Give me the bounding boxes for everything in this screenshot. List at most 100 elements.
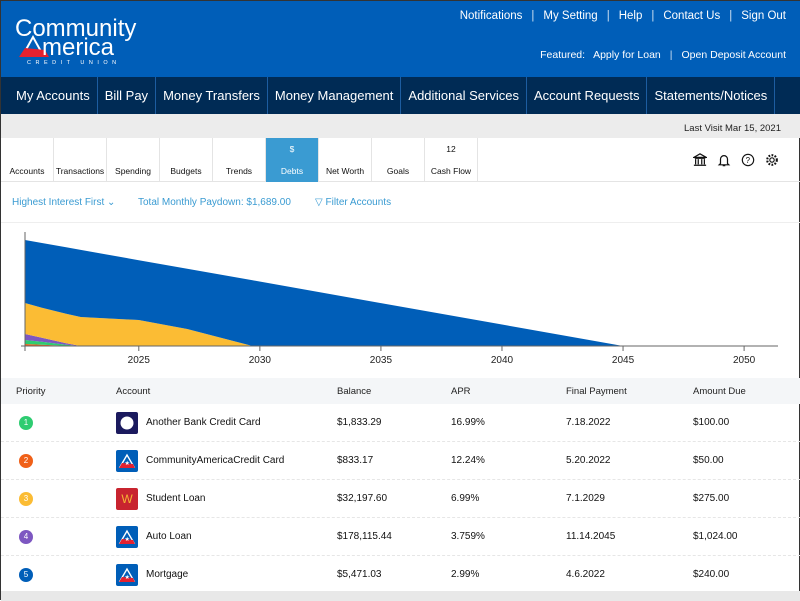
x-tick-label: 2045 bbox=[612, 355, 635, 366]
tool-spending[interactable]: Spending bbox=[107, 138, 160, 182]
cell-final: 11.14.2045 bbox=[566, 531, 616, 542]
svg-text:★: ★ bbox=[125, 460, 130, 467]
nav-money-management[interactable]: Money Management bbox=[268, 77, 402, 114]
cell-account[interactable]: Another Bank Credit Card bbox=[146, 417, 261, 428]
tool-label: Trends bbox=[225, 166, 253, 176]
navigation-icon bbox=[389, 144, 407, 162]
bank-icon[interactable] bbox=[693, 153, 707, 167]
cell-due: $1,024.00 bbox=[693, 531, 738, 542]
tool-label: Transactions bbox=[55, 166, 105, 176]
nav-my-accounts[interactable]: My Accounts bbox=[1, 77, 98, 114]
svg-text:★: ★ bbox=[125, 536, 130, 543]
x-tick-label: 2040 bbox=[491, 355, 514, 366]
tool-accounts[interactable]: Accounts bbox=[1, 138, 54, 182]
communityamerica-icon: ★ bbox=[116, 564, 138, 586]
debt-filters: Highest Interest First ⌄ Total Monthly P… bbox=[1, 182, 800, 223]
nav-statements-notices[interactable]: Statements/Notices bbox=[647, 77, 776, 114]
tool-debts[interactable]: $ Debts bbox=[266, 138, 319, 182]
table-header: Priority Account Balance APR Final Payment Am… bbox=[1, 378, 800, 404]
bank-icon bbox=[18, 144, 36, 162]
line-chart-icon bbox=[336, 144, 354, 162]
tool-cash-flow[interactable]: 12 Cash Flow bbox=[425, 138, 478, 182]
tool-label: Cash Flow bbox=[430, 166, 472, 176]
priority-badge: 3 bbox=[19, 492, 33, 506]
svg-text:$: $ bbox=[289, 144, 295, 154]
top-link-contact-us[interactable]: Contact Us bbox=[663, 10, 720, 22]
cell-balance: $5,471.03 bbox=[337, 569, 382, 580]
tool-net-worth[interactable]: Net Worth bbox=[319, 138, 372, 182]
cell-balance: $833.17 bbox=[337, 455, 374, 466]
tool-label: Accounts bbox=[9, 166, 45, 176]
help-icon[interactable]: ? bbox=[741, 153, 755, 167]
table-row[interactable]: 4 ★ Auto Loan $178,115.44 3.759% 11.14.2045 $1… bbox=[1, 518, 800, 556]
table-row[interactable]: 5 ★ Mortgage $5,471.03 2.99% 4.6.2022 $240.00 bbox=[1, 556, 800, 594]
debt-paydown-chart: 2025 2030 2035 2040 2045 2050 bbox=[21, 232, 778, 366]
tool-goals[interactable]: Goals bbox=[372, 138, 425, 182]
top-link-notifications[interactable]: Notifications bbox=[460, 10, 523, 22]
clock-icon bbox=[230, 144, 248, 162]
tool-label: Net Worth bbox=[325, 166, 365, 176]
top-link-my-setting[interactable]: My Setting bbox=[543, 10, 597, 22]
nav-additional-services[interactable]: Additional Services bbox=[401, 77, 527, 114]
cell-final: 7.1.2029 bbox=[566, 493, 605, 504]
svg-text:?: ? bbox=[746, 156, 751, 165]
table-row[interactable]: 3 W Student Loan $32,197.60 6.99% 7.1.2029 $27… bbox=[1, 480, 800, 518]
apply-for-loan-link[interactable]: Apply for Loan bbox=[593, 49, 661, 61]
column-header-amount-due: Amount Due bbox=[693, 386, 746, 397]
cell-account[interactable]: Student Loan bbox=[146, 493, 206, 504]
cell-apr: 12.24% bbox=[451, 455, 485, 466]
pie-icon bbox=[124, 144, 142, 162]
tool-label: Budgets bbox=[170, 166, 202, 176]
column-header-final-payment: Final Payment bbox=[566, 386, 627, 397]
other-bank-icon bbox=[116, 412, 138, 434]
sort-dropdown[interactable]: Highest Interest First ⌄ bbox=[12, 197, 115, 208]
cell-apr: 6.99% bbox=[451, 493, 480, 504]
tool-transactions[interactable]: Transactions bbox=[54, 138, 107, 182]
bell-icon[interactable] bbox=[717, 153, 731, 167]
cell-final: 4.6.2022 bbox=[566, 569, 605, 580]
tool-label: Debts bbox=[280, 166, 304, 176]
list-icon bbox=[71, 144, 89, 162]
utility-icons: ? bbox=[693, 153, 779, 167]
cell-apr: 16.99% bbox=[451, 417, 485, 428]
cell-due: $240.00 bbox=[693, 569, 730, 580]
tool-label: Goals bbox=[386, 166, 410, 176]
cell-account[interactable]: Auto Loan bbox=[146, 531, 192, 542]
student-loan-icon: W bbox=[116, 488, 138, 510]
top-link-help[interactable]: Help bbox=[619, 10, 643, 22]
separator: | bbox=[606, 10, 610, 22]
cell-due: $275.00 bbox=[693, 493, 730, 504]
filter-icon: ▽ bbox=[315, 197, 323, 208]
cell-account[interactable]: CommunityAmericaCredit Card bbox=[146, 455, 284, 466]
nav-account-requests[interactable]: Account Requests bbox=[527, 77, 648, 114]
table-row[interactable]: 2 ★ CommunityAmericaCredit Card $833.17 12.2… bbox=[1, 442, 800, 480]
budget-icon bbox=[177, 144, 195, 162]
svg-text:CREDIT UNION: CREDIT UNION bbox=[27, 60, 121, 65]
header: Community merica CREDIT UNION Notificati… bbox=[1, 1, 800, 77]
nav-money-transfers[interactable]: Money Transfers bbox=[156, 77, 268, 114]
x-tick-label: 2025 bbox=[128, 355, 151, 366]
tool-budgets[interactable]: Budgets bbox=[160, 138, 213, 182]
x-tick-label: 2050 bbox=[733, 355, 756, 366]
cell-account[interactable]: Mortgage bbox=[146, 569, 188, 580]
top-links: Notifications | My Setting | Help | Contact Us… bbox=[460, 10, 786, 22]
cell-apr: 3.759% bbox=[451, 531, 485, 542]
filter-accounts-button[interactable]: ▽ Filter Accounts bbox=[315, 197, 391, 208]
tool-bar: Accounts Transactions Spending Budgets Trend… bbox=[1, 138, 800, 182]
separator: | bbox=[729, 10, 733, 22]
nav-bill-pay[interactable]: Bill Pay bbox=[98, 77, 157, 114]
priority-badge: 2 bbox=[19, 454, 33, 468]
column-header-apr: APR bbox=[451, 386, 471, 397]
communityamerica-logo[interactable]: Community merica CREDIT UNION bbox=[15, 15, 155, 65]
table-row[interactable]: 1 Another Bank Credit Card $1,833.29 16.99%… bbox=[1, 404, 800, 442]
tool-trends[interactable]: Trends bbox=[213, 138, 266, 182]
cell-final: 7.18.2022 bbox=[566, 417, 611, 428]
gear-icon[interactable] bbox=[765, 153, 779, 167]
top-link-sign-out[interactable]: Sign Out bbox=[741, 10, 786, 22]
icon-letter: W bbox=[121, 492, 133, 506]
x-tick-label: 2030 bbox=[249, 355, 272, 366]
cell-balance: $178,115.44 bbox=[337, 531, 392, 542]
total-monthly-paydown[interactable]: Total Monthly Paydown: $1,689.00 bbox=[138, 197, 291, 208]
open-deposit-account-link[interactable]: Open Deposit Account bbox=[682, 49, 786, 61]
cell-balance: $1,833.29 bbox=[337, 417, 382, 428]
